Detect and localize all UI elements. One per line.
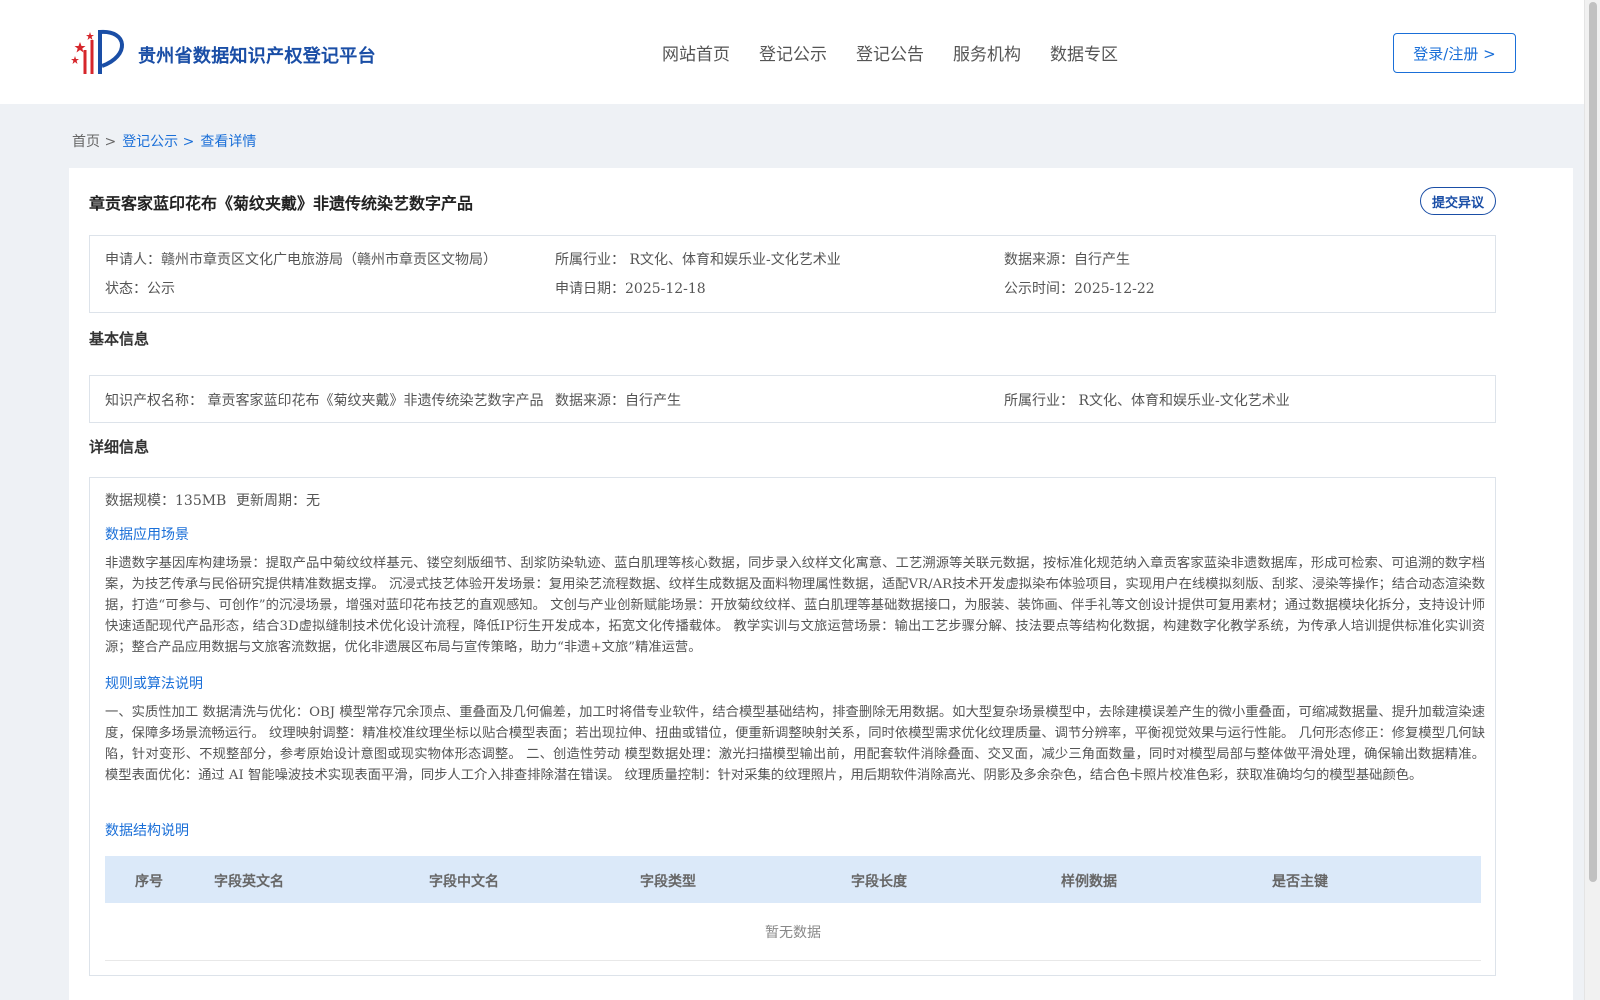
apply-date-field: 申请日期：2025-12-18 [555, 281, 706, 297]
main-nav: 网站首页 登记公示 登记公告 服务机构 数据专区 [662, 40, 1118, 65]
login-register-button[interactable]: 登录/注册 > [1393, 33, 1516, 73]
update-cycle-field: 更新周期：无 [236, 493, 320, 509]
column-header-index: 序号 [135, 874, 163, 890]
column-header-sample: 样例数据 [1061, 874, 1117, 890]
breadcrumb-current: 查看详情 [200, 134, 257, 150]
basic-info-heading: 基本信息 [89, 330, 150, 348]
breadcrumb: 首页 > 登记公示 > 查看详情 [72, 131, 256, 151]
structure-table-header: 序号 字段英文名 字段中文名 字段类型 字段长度 样例数据 是否主键 [105, 856, 1481, 903]
rule-algorithm-text: 一、实质性加工 数据清洗与优化：OBJ 模型常存冗余顶点、重叠面及几何偏差，加工… [105, 705, 1485, 783]
publish-time-field: 公示时间：2025-12-22 [1004, 281, 1155, 297]
application-scene-text: 非遗数字基因库构建场景：提取产品中菊纹纹样基元、镂空刻版细节、刮浆防染轨迹、蓝白… [105, 556, 1485, 655]
column-header-field-length: 字段长度 [851, 874, 907, 890]
detail-info-panel: 数据规模：135MB 更新周期：无 数据应用场景 非遗数字基因库构建场景：提取产… [89, 477, 1496, 976]
nav-item-data-zone[interactable]: 数据专区 [1050, 40, 1118, 65]
industry-field: 所属行业： R文化、体育和娱乐业-文化艺术业 [555, 252, 841, 268]
summary-panel: 申请人：赣州市章贡区文化广电旅游局（赣州市章贡区文物局） 所属行业： R文化、体… [89, 235, 1496, 313]
nav-item-registration-announce[interactable]: 登记公告 [856, 40, 924, 65]
page-scrollbar[interactable] [1584, 0, 1600, 1000]
submit-objection-button[interactable]: 提交异议 [1420, 187, 1496, 215]
column-header-field-type: 字段类型 [640, 874, 696, 890]
site-name[interactable]: 贵州省数据知识产权登记平台 [138, 42, 376, 68]
basic-industry-field: 所属行业： R文化、体育和娱乐业-文化艺术业 [1004, 393, 1290, 409]
top-header: 贵州省数据知识产权登记平台 网站首页 登记公示 登记公告 服务机构 数据专区 登… [0, 0, 1584, 104]
nav-item-registration-public[interactable]: 登记公示 [759, 40, 827, 65]
breadcrumb-home[interactable]: 首页 > [72, 131, 116, 151]
applicant-field: 申请人：赣州市章贡区文化广电旅游局（赣州市章贡区文物局） [105, 252, 497, 268]
column-header-field-cn: 字段中文名 [429, 874, 499, 890]
rule-algorithm-heading: 规则或算法说明 [105, 676, 203, 692]
detail-card: 章贡客家蓝印花布《菊纹夹戴》非遗传统染艺数字产品 提交异议 申请人：赣州市章贡区… [69, 168, 1573, 1000]
nav-item-service-org[interactable]: 服务机构 [953, 40, 1021, 65]
platform-logo[interactable] [70, 26, 132, 78]
application-scene-heading: 数据应用场景 [105, 527, 189, 543]
basic-data-source-field: 数据来源：自行产生 [555, 393, 681, 409]
breadcrumb-public[interactable]: 登记公示 > [122, 131, 194, 151]
data-scale-field: 数据规模：135MB [105, 493, 227, 509]
status-field: 状态：公示 [105, 281, 175, 297]
nav-item-home[interactable]: 网站首页 [662, 40, 730, 65]
basic-info-panel: 知识产权名称： 章贡客家蓝印花布《菊纹夹戴》非遗传统染艺数字产品 数据来源：自行… [89, 375, 1496, 423]
detail-info-heading: 详细信息 [89, 438, 150, 456]
data-source-field: 数据来源：自行产生 [1004, 252, 1130, 268]
page-title: 章贡客家蓝印花布《菊纹夹戴》非遗传统染艺数字产品 [89, 194, 474, 213]
column-header-primary-key: 是否主键 [1272, 874, 1328, 890]
data-structure-heading: 数据结构说明 [105, 823, 189, 839]
scrollbar-thumb[interactable] [1589, 2, 1597, 882]
ip-name-field: 知识产权名称： 章贡客家蓝印花布《菊纹夹戴》非遗传统染艺数字产品 [105, 393, 544, 409]
column-header-field-en: 字段英文名 [214, 874, 284, 890]
table-empty-state: 暂无数据 [105, 903, 1481, 961]
